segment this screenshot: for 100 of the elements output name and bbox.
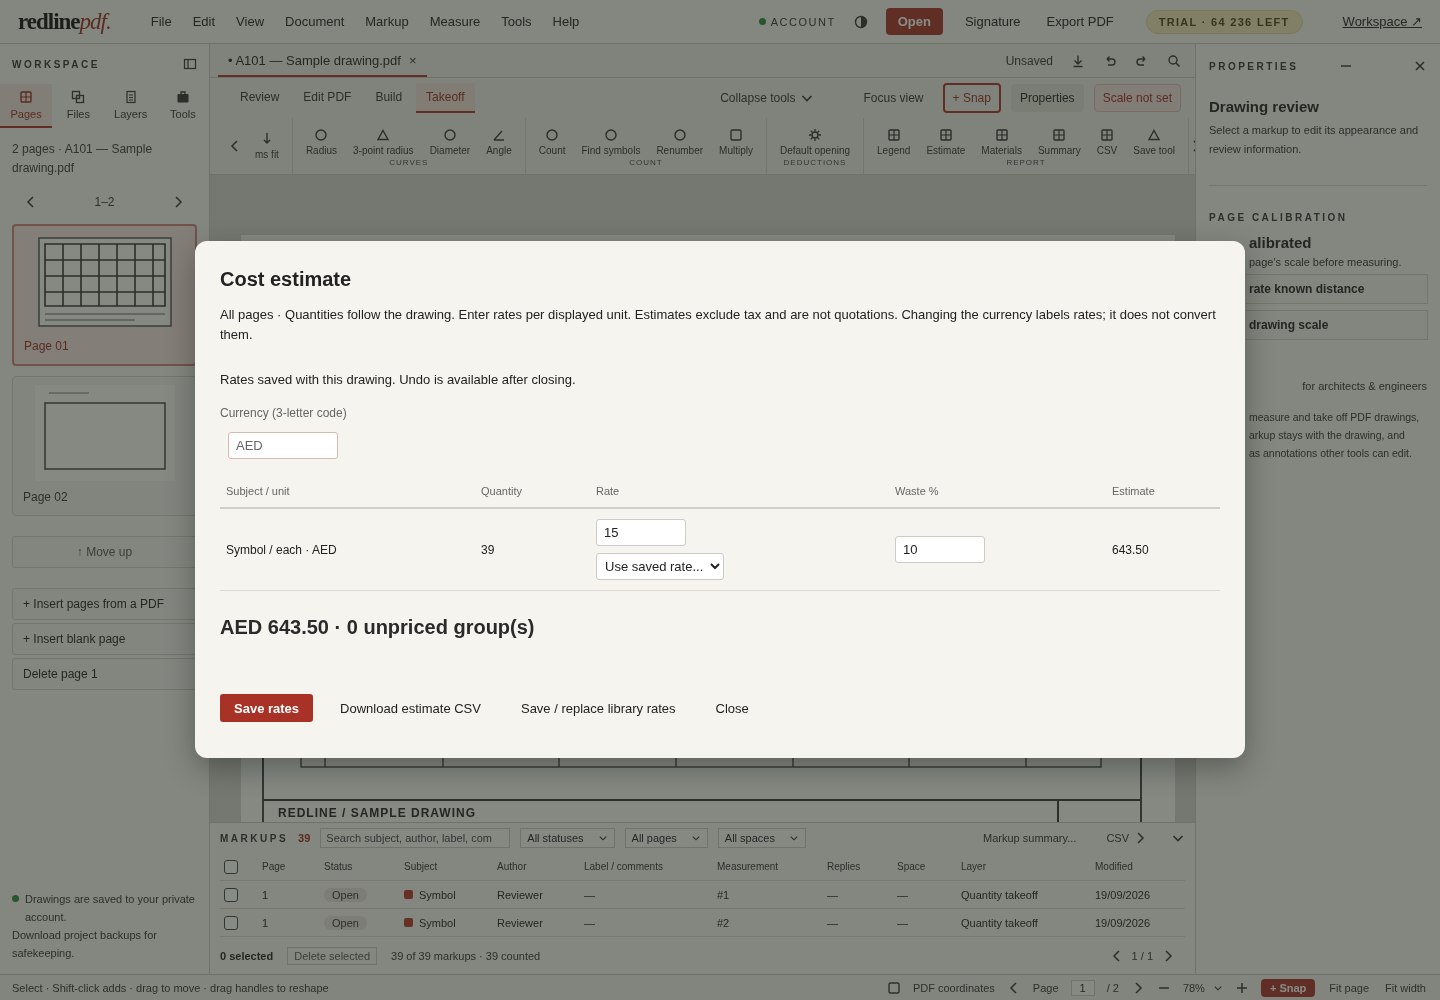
menu-item[interactable]: Measure [429, 14, 481, 29]
tool-button[interactable]: Renumber [653, 125, 707, 158]
menu-item[interactable]: File [150, 14, 172, 29]
table-cell: Symbol [419, 888, 456, 901]
view-button[interactable]: Properties [1010, 84, 1084, 112]
column-header: Measurement [716, 861, 780, 872]
page-action-button[interactable]: Delete page 1 [12, 658, 197, 690]
table-cell-text: — [826, 916, 839, 929]
menu-item[interactable]: Markup [365, 14, 409, 29]
dialog-button[interactable]: Close [702, 694, 762, 722]
search-field[interactable]: Search subject, author, label, com [320, 828, 511, 848]
tool-button[interactable]: Materials [978, 125, 1025, 158]
account-link[interactable]: ACCOUNT [758, 15, 836, 28]
tool-button[interactable]: Angle [483, 125, 515, 158]
calibration-button[interactable]: rate known distance [1246, 274, 1428, 304]
checkbox[interactable] [224, 915, 238, 930]
dialog-button[interactable]: Save / replace library rates [507, 694, 689, 722]
panel-hint: Select a markup to edit its appearance and review information. [1209, 123, 1420, 157]
sidebar-tab[interactable]: Layers [104, 84, 157, 128]
document-tab[interactable]: • A101 — Sample drawing.pdf × [218, 53, 427, 77]
tool-button[interactable]: Radius [302, 125, 341, 158]
checkbox[interactable] [224, 859, 238, 874]
workspace-link[interactable]: Workspace ↗ [1342, 14, 1422, 29]
checkbox[interactable] [224, 887, 238, 902]
page-action-button[interactable]: + Insert blank page [12, 623, 197, 655]
mode-tab[interactable]: Edit PDF [293, 83, 362, 113]
panel-title: MARKUPS [220, 832, 289, 844]
page-field[interactable]: 1 [1070, 979, 1095, 996]
tool-button[interactable]: Default opening [777, 125, 854, 158]
dialog-button[interactable]: Save rates [220, 694, 314, 722]
sidebar-tab[interactable]: Files [52, 84, 105, 128]
tool-button[interactable]: Find symbols [578, 125, 644, 158]
contrast-icon[interactable] [853, 14, 868, 29]
tool-button[interactable]: Save tool [1130, 125, 1178, 158]
download-icon[interactable] [1071, 54, 1085, 68]
filter-dropdown[interactable]: All pages [624, 828, 708, 848]
fit-button[interactable]: Fit page [1327, 981, 1372, 994]
tool-button[interactable]: Summary [1034, 125, 1084, 158]
close-tab-button[interactable]: × [408, 53, 417, 68]
menu-item[interactable]: Edit [192, 14, 216, 29]
summary-button[interactable]: Markup summary... [977, 831, 1083, 845]
result-count: 39 of 39 markups · 39 counted [391, 949, 541, 962]
grid-icon [19, 90, 34, 104]
snap-toggle[interactable]: + Snap [1260, 978, 1316, 997]
menu-item[interactable]: Tools [501, 14, 532, 29]
logo[interactable]: redlinepdf. [18, 8, 111, 35]
tool-button[interactable]: ms fit [252, 130, 282, 162]
column-header: Modified [1094, 861, 1134, 872]
view-button[interactable]: Collapse tools [711, 84, 823, 112]
filter-dropdown[interactable]: All spaces [717, 828, 806, 848]
toolbar-button[interactable]: Signature [960, 8, 1025, 35]
sidebar-tab[interactable]: Tools [156, 84, 209, 128]
page-thumbnail-card[interactable]: Page 02 [12, 376, 197, 516]
calibration-button[interactable]: drawing scale [1246, 310, 1428, 340]
table-cell-text: — [826, 888, 839, 901]
rate-field[interactable]: 15 [596, 519, 686, 546]
dialog-button[interactable]: Download estimate CSV [327, 694, 494, 722]
mode-tab[interactable]: Takeoff [416, 83, 475, 113]
menu-item[interactable]: Document [285, 14, 345, 29]
tool-group-label: COUNT [628, 157, 664, 167]
table-cell-text: Reviewer [496, 916, 544, 929]
view-button[interactable]: + Snap [942, 83, 1001, 113]
waste-field[interactable]: 10 [895, 536, 985, 563]
zoom-dropdown[interactable]: 78% [1182, 981, 1223, 994]
sidebar-panel-icon[interactable] [183, 57, 197, 71]
tool-button[interactable]: Diameter [426, 125, 474, 158]
estimate-total: AED 643.50 · 0 unpriced group(s) [220, 615, 536, 640]
export-button[interactable]: CSV [1100, 830, 1153, 846]
tool-button[interactable]: Legend [874, 125, 914, 158]
info-note: Drawings are saved to your private account. [25, 892, 196, 925]
tool-button[interactable]: CSV [1093, 125, 1121, 158]
table-cell-text: Symbol / each · AED [226, 542, 338, 557]
mode-tab[interactable]: Review [230, 83, 290, 113]
sidebar-tab[interactable]: Pages [0, 84, 53, 128]
fit-button[interactable]: Fit width [1383, 981, 1428, 994]
currency-field[interactable]: AED [228, 432, 338, 459]
rate-preset-dropdown[interactable]: Use saved rate... [596, 553, 724, 580]
toolbar-button[interactable]: Open [885, 8, 943, 35]
search-icon[interactable] [1167, 54, 1181, 68]
table-cell-text: #2 [716, 916, 731, 929]
tool-button[interactable]: Multiply [716, 125, 756, 158]
menu-item[interactable]: Help [552, 14, 580, 29]
panel-heading: Drawing review [1209, 98, 1321, 115]
view-button[interactable]: Scale not set [1093, 84, 1181, 112]
toolbar-button[interactable]: Export PDF [1042, 8, 1118, 35]
close-icon[interactable] [1413, 59, 1427, 73]
mode-tab[interactable]: Build [365, 83, 413, 113]
color-swatch-icon [404, 890, 413, 899]
tool-button[interactable]: Count [535, 125, 569, 158]
tool-button[interactable]: Estimate [923, 125, 969, 158]
view-button[interactable]: Focus view [854, 84, 933, 112]
calibration-hint: page's scale before measuring. [1249, 256, 1403, 268]
menu-item[interactable]: View [236, 14, 265, 29]
page-action-button[interactable]: + Insert pages from a PDF [12, 588, 197, 620]
page-thumbnail-card[interactable]: Page 01 [12, 224, 197, 366]
status-dot-icon [12, 895, 19, 902]
tool-button[interactable]: 3-point radius [350, 125, 417, 158]
zoom-in-icon[interactable] [1234, 980, 1249, 995]
filter-dropdown[interactable]: All statuses [520, 828, 615, 848]
table-cell-text: #1 [716, 888, 731, 901]
